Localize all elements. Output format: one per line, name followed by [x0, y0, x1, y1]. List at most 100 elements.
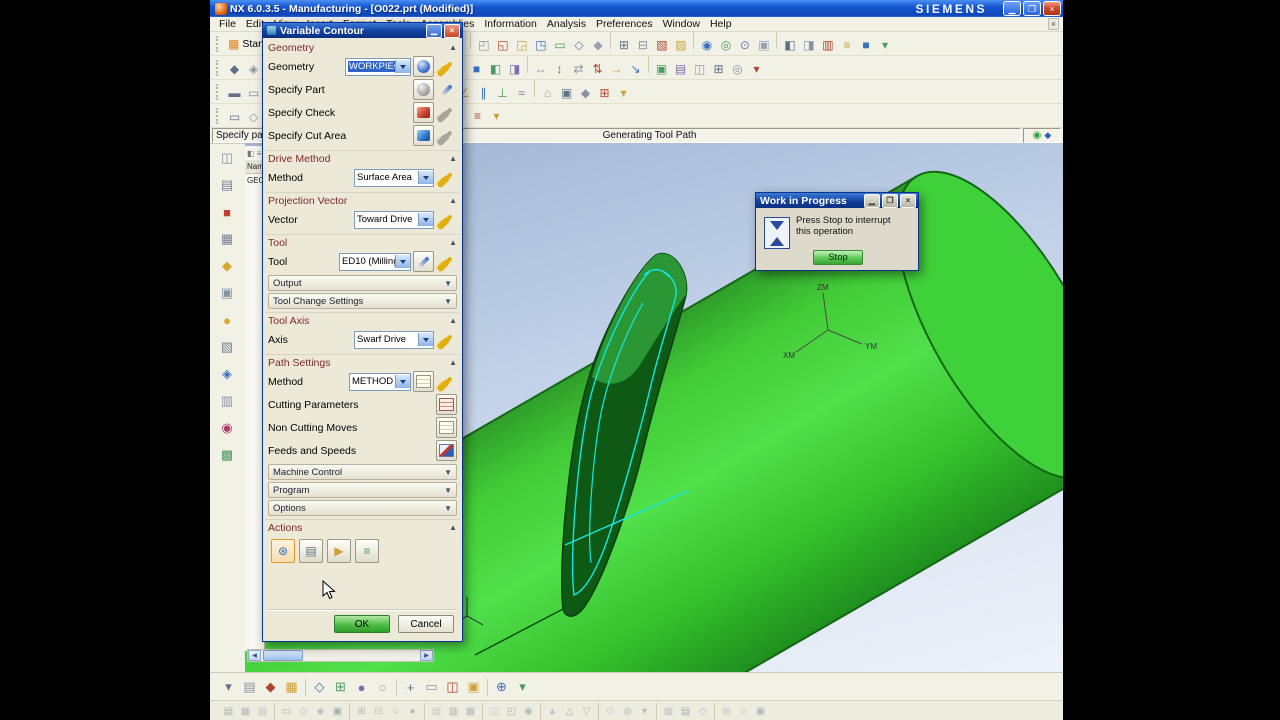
- toolbar-icon[interactable]: ◉: [520, 703, 537, 719]
- toolbar-icon[interactable]: ↕: [550, 60, 569, 79]
- restore-button[interactable]: ❐: [1023, 1, 1041, 16]
- toolbar-icon[interactable]: ▤: [217, 175, 237, 195]
- toolbar-icon[interactable]: ◇: [309, 677, 330, 698]
- minimize-button[interactable]: ▁: [1003, 1, 1021, 16]
- list-icon[interactable]: ≡: [257, 149, 262, 158]
- toolbar-grip[interactable]: [216, 83, 221, 100]
- chevron-down-icon[interactable]: [418, 213, 433, 226]
- toolbar-icon[interactable]: ◉: [217, 418, 237, 438]
- chevron-down-icon[interactable]: [418, 171, 433, 184]
- toolbar-icon[interactable]: ◈: [244, 60, 263, 79]
- toolbar-icon[interactable]: ▦: [462, 703, 479, 719]
- toolbar-icon[interactable]: ▦: [281, 677, 302, 698]
- toolbar-icon[interactable]: ⊞: [718, 703, 735, 719]
- menu-preferences[interactable]: Preferences: [591, 18, 658, 30]
- menu-window[interactable]: Window: [658, 18, 705, 30]
- toolbar-icon[interactable]: ▾: [614, 84, 633, 103]
- toolbar-icon[interactable]: ⊞: [709, 60, 728, 79]
- section-drive-method[interactable]: Drive Method ▲: [265, 150, 460, 166]
- toolbar-icon[interactable]: ⊟: [633, 36, 652, 55]
- expand-icon[interactable]: ▼: [444, 486, 452, 495]
- cancel-button[interactable]: Cancel: [398, 615, 454, 633]
- toolbar-icon[interactable]: ◧: [780, 36, 799, 55]
- list-toolpath-button[interactable]: ≡: [355, 539, 379, 563]
- toolbar-icon[interactable]: ▥: [217, 391, 237, 411]
- stop-button[interactable]: Stop: [813, 250, 863, 265]
- toolbar-icon[interactable]: +: [400, 677, 421, 698]
- toolbar-icon[interactable]: ▣: [652, 60, 671, 79]
- toolbar-icon[interactable]: ⊞: [353, 703, 370, 719]
- toolbar-icon[interactable]: ▭: [278, 703, 295, 719]
- dialog-minimize-button[interactable]: ▁: [426, 23, 442, 38]
- collapse-icon[interactable]: ▲: [449, 316, 457, 325]
- toolbar-icon[interactable]: ↔: [531, 60, 550, 79]
- toolbar-icon[interactable]: ○: [387, 703, 404, 719]
- menu-analysis[interactable]: Analysis: [542, 18, 591, 30]
- toolbar-icon[interactable]: ◆: [312, 703, 329, 719]
- new-tool-button[interactable]: [413, 251, 434, 272]
- toolbar-icon[interactable]: ○: [372, 677, 393, 698]
- specify-check-button[interactable]: [413, 102, 434, 123]
- toolbar-grip[interactable]: [216, 107, 221, 124]
- drive-method-combo[interactable]: Surface Area: [354, 168, 434, 187]
- toolbar-icon[interactable]: ○: [735, 703, 752, 719]
- collapse-icon[interactable]: ▲: [449, 523, 457, 532]
- title-bar[interactable]: NX 6.0.3.5 - Manufacturing - [O022.prt (…: [210, 0, 1063, 17]
- toolbar-icon[interactable]: ◇: [694, 703, 711, 719]
- toolbar-icon[interactable]: ⊞: [595, 84, 614, 103]
- toolbar-icon[interactable]: ◆: [576, 84, 595, 103]
- toolbar-icon[interactable]: ▧: [652, 36, 671, 55]
- toolbar-icon[interactable]: ≡: [837, 36, 856, 55]
- toolbar-icon[interactable]: ⊙: [602, 703, 619, 719]
- progress-close-button[interactable]: ×: [900, 193, 916, 208]
- menu-file[interactable]: File: [214, 18, 241, 30]
- section-path-settings[interactable]: Path Settings ▲: [265, 354, 460, 370]
- progress-maximize-button[interactable]: ❐: [882, 193, 898, 208]
- refresh-icon[interactable]: ◉: [1033, 130, 1042, 141]
- toolbar-icon[interactable]: ⊕: [491, 677, 512, 698]
- toolbar-icon[interactable]: ◎: [728, 60, 747, 79]
- edit-vector-button[interactable]: [436, 209, 457, 230]
- toolbar-icon[interactable]: ▲: [544, 703, 561, 719]
- dialog-title-bar[interactable]: Variable Contour ▁ ×: [263, 23, 462, 38]
- toolbar-icon[interactable]: ◨: [505, 60, 524, 79]
- display-toolpath-button[interactable]: ▤: [299, 539, 323, 563]
- toolbar-icon[interactable]: ▾: [512, 677, 533, 698]
- axis-combo[interactable]: Swarf Drive: [354, 330, 434, 349]
- toolbar-icon[interactable]: ▾: [747, 60, 766, 79]
- toolbar-icon[interactable]: ⇅: [588, 60, 607, 79]
- dialog-close-button[interactable]: ×: [444, 23, 460, 38]
- section-projection-vector[interactable]: Projection Vector ▲: [265, 192, 460, 208]
- toolbar-icon[interactable]: ▤: [220, 703, 237, 719]
- progress-title-bar[interactable]: Work in Progress ▁ ❐ ×: [756, 193, 918, 208]
- toolbar-icon[interactable]: ●: [404, 703, 421, 719]
- section-geometry[interactable]: Geometry ▲: [265, 40, 460, 55]
- toolbar-icon[interactable]: ▦: [217, 229, 237, 249]
- toolbar-icon[interactable]: ⌂: [538, 84, 557, 103]
- toolbar-icon[interactable]: ⊙: [735, 36, 754, 55]
- tool-change-group-bar[interactable]: Tool Change Settings ▼: [268, 293, 457, 309]
- verify-toolpath-button[interactable]: ▶: [327, 539, 351, 563]
- toolbar-icon[interactable]: ■: [467, 60, 486, 79]
- toolbar-icon[interactable]: ▨: [671, 36, 690, 55]
- collapse-icon[interactable]: ▲: [449, 358, 457, 367]
- expand-icon[interactable]: ▼: [444, 468, 452, 477]
- output-group-bar[interactable]: Output ▼: [268, 275, 457, 291]
- collapse-icon[interactable]: ▲: [449, 43, 457, 52]
- navigator-h-scrollbar[interactable]: ◀ ▶: [247, 649, 434, 662]
- expand-icon[interactable]: ▼: [444, 297, 452, 306]
- toolbar-icon[interactable]: ▤: [671, 60, 690, 79]
- toolbar-icon[interactable]: ▥: [445, 703, 462, 719]
- toolbar-icon[interactable]: ●: [351, 677, 372, 698]
- filter-icon[interactable]: ◧: [247, 149, 255, 158]
- path-method-combo[interactable]: METHOD: [349, 372, 411, 391]
- toolbar-icon[interactable]: ◆: [260, 677, 281, 698]
- toolbar-icon[interactable]: ▭: [550, 36, 569, 55]
- toolbar-icon[interactable]: ⊟: [370, 703, 387, 719]
- display-check-button[interactable]: [436, 102, 457, 123]
- toolbar-icon[interactable]: ◎: [716, 36, 735, 55]
- info-icon[interactable]: ◆: [1044, 130, 1051, 141]
- collapse-icon[interactable]: ▲: [449, 238, 457, 247]
- toolbar-icon[interactable]: ▧: [217, 337, 237, 357]
- menu-help[interactable]: Help: [705, 18, 737, 30]
